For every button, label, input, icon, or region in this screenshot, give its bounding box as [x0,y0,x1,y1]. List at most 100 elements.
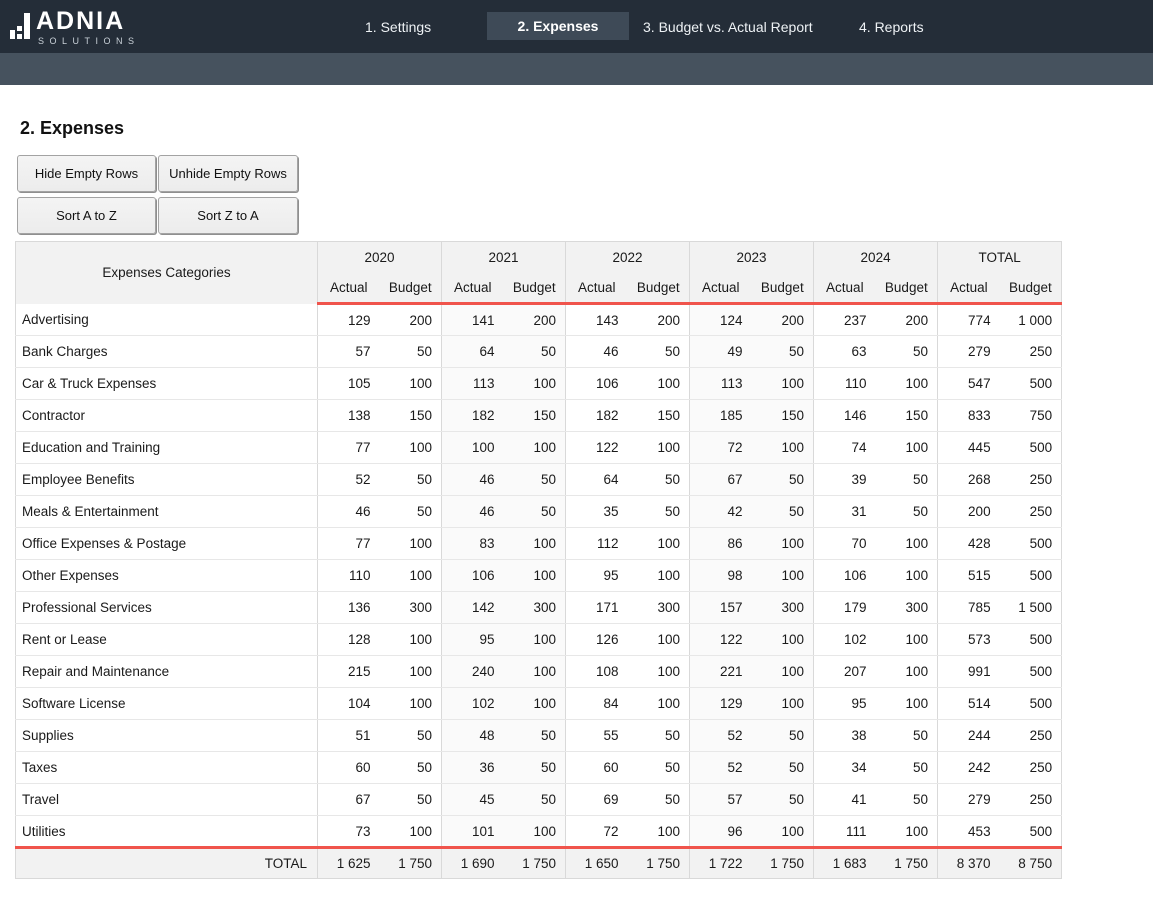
value-cell[interactable]: 122 [690,624,752,656]
value-cell[interactable]: 547 [938,368,1000,400]
category-cell[interactable]: Supplies [16,720,318,752]
value-cell[interactable]: 237 [814,304,876,336]
value-cell[interactable]: 50 [504,752,566,784]
value-cell[interactable]: 102 [814,624,876,656]
value-cell[interactable]: 50 [752,784,814,816]
value-cell[interactable]: 57 [690,784,752,816]
value-cell[interactable]: 143 [566,304,628,336]
value-cell[interactable]: 50 [380,464,442,496]
value-cell[interactable]: 157 [690,592,752,624]
value-cell[interactable]: 750 [1000,400,1062,432]
value-cell[interactable]: 200 [504,304,566,336]
value-cell[interactable]: 50 [504,464,566,496]
value-cell[interactable]: 50 [876,720,938,752]
value-cell[interactable]: 991 [938,656,1000,688]
category-cell[interactable]: Utilities [16,816,318,848]
value-cell[interactable]: 35 [566,496,628,528]
value-cell[interactable]: 100 [752,624,814,656]
value-cell[interactable]: 50 [380,496,442,528]
value-cell[interactable]: 50 [628,752,690,784]
value-cell[interactable]: 50 [628,720,690,752]
value-cell[interactable]: 279 [938,784,1000,816]
value-cell[interactable]: 100 [876,688,938,720]
value-cell[interactable]: 250 [1000,336,1062,368]
value-cell[interactable]: 100 [876,816,938,848]
category-cell[interactable]: Employee Benefits [16,464,318,496]
total-value-cell[interactable]: 1 750 [752,848,814,879]
value-cell[interactable]: 108 [566,656,628,688]
sort-a-to-z-button[interactable]: Sort A to Z [17,197,156,234]
value-cell[interactable]: 42 [690,496,752,528]
value-cell[interactable]: 50 [380,752,442,784]
total-value-cell[interactable]: 1 750 [504,848,566,879]
value-cell[interactable]: 573 [938,624,1000,656]
value-cell[interactable]: 100 [752,368,814,400]
value-cell[interactable]: 500 [1000,528,1062,560]
value-cell[interactable]: 112 [566,528,628,560]
value-cell[interactable]: 50 [752,720,814,752]
value-cell[interactable]: 102 [442,688,504,720]
value-cell[interactable]: 250 [1000,752,1062,784]
value-cell[interactable]: 100 [504,432,566,464]
value-cell[interactable]: 96 [690,816,752,848]
value-cell[interactable]: 100 [380,624,442,656]
value-cell[interactable]: 207 [814,656,876,688]
value-cell[interactable]: 250 [1000,720,1062,752]
value-cell[interactable]: 50 [380,336,442,368]
value-cell[interactable]: 50 [628,784,690,816]
value-cell[interactable]: 104 [318,688,380,720]
value-cell[interactable]: 514 [938,688,1000,720]
value-cell[interactable]: 129 [318,304,380,336]
value-cell[interactable]: 100 [876,560,938,592]
value-cell[interactable]: 83 [442,528,504,560]
value-cell[interactable]: 50 [752,336,814,368]
value-cell[interactable]: 101 [442,816,504,848]
value-cell[interactable]: 1 500 [1000,592,1062,624]
value-cell[interactable]: 200 [876,304,938,336]
category-cell[interactable]: Bank Charges [16,336,318,368]
category-cell[interactable]: Advertising [16,304,318,336]
value-cell[interactable]: 100 [876,624,938,656]
category-cell[interactable]: Other Expenses [16,560,318,592]
category-cell[interactable]: Car & Truck Expenses [16,368,318,400]
value-cell[interactable]: 100 [380,432,442,464]
value-cell[interactable]: 240 [442,656,504,688]
value-cell[interactable]: 100 [876,656,938,688]
value-cell[interactable]: 453 [938,816,1000,848]
value-cell[interactable]: 52 [690,720,752,752]
value-cell[interactable]: 500 [1000,624,1062,656]
value-cell[interactable]: 300 [628,592,690,624]
category-cell[interactable]: Rent or Lease [16,624,318,656]
value-cell[interactable]: 100 [380,560,442,592]
value-cell[interactable]: 100 [876,368,938,400]
value-cell[interactable]: 100 [628,816,690,848]
value-cell[interactable]: 50 [628,464,690,496]
value-cell[interactable]: 64 [442,336,504,368]
value-cell[interactable]: 136 [318,592,380,624]
value-cell[interactable]: 98 [690,560,752,592]
value-cell[interactable]: 86 [690,528,752,560]
value-cell[interactable]: 72 [566,816,628,848]
value-cell[interactable]: 171 [566,592,628,624]
total-value-cell[interactable]: 1 750 [876,848,938,879]
value-cell[interactable]: 60 [318,752,380,784]
value-cell[interactable]: 300 [876,592,938,624]
value-cell[interactable]: 100 [628,560,690,592]
nav-tab-reports[interactable]: 4. Reports [859,0,924,53]
value-cell[interactable]: 64 [566,464,628,496]
value-cell[interactable]: 77 [318,528,380,560]
total-value-cell[interactable]: 1 650 [566,848,628,879]
value-cell[interactable]: 100 [504,688,566,720]
value-cell[interactable]: 70 [814,528,876,560]
value-cell[interactable]: 100 [380,816,442,848]
value-cell[interactable]: 60 [566,752,628,784]
value-cell[interactable]: 31 [814,496,876,528]
category-cell[interactable]: Office Expenses & Postage [16,528,318,560]
value-cell[interactable]: 50 [504,720,566,752]
total-value-cell[interactable]: 1 690 [442,848,504,879]
value-cell[interactable]: 49 [690,336,752,368]
total-value-cell[interactable]: 1 750 [380,848,442,879]
value-cell[interactable]: 50 [876,784,938,816]
value-cell[interactable]: 110 [814,368,876,400]
value-cell[interactable]: 221 [690,656,752,688]
